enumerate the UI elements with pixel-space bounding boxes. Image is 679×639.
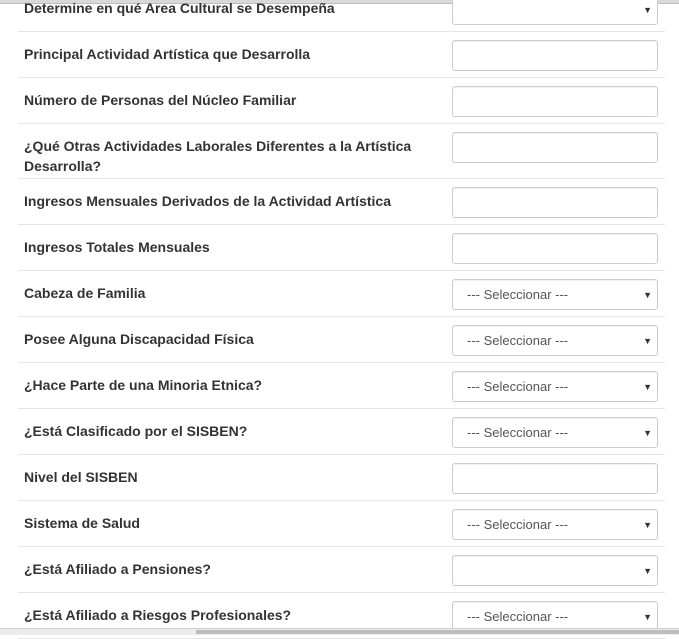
form-row-nivel-sisben: Nivel del SISBEN bbox=[18, 455, 665, 501]
discapacidad-select[interactable]: --- Seleccionar --- ▼ bbox=[452, 325, 658, 356]
sistema-salud-select[interactable]: --- Seleccionar --- ▼ bbox=[452, 509, 658, 540]
sisben-select[interactable]: --- Seleccionar --- ▼ bbox=[452, 417, 658, 448]
form-row-ingresos-totales: Ingresos Totales Mensuales bbox=[18, 225, 665, 271]
pensiones-select[interactable]: ▼ bbox=[452, 555, 658, 586]
scrollbar-thumb[interactable] bbox=[196, 630, 679, 634]
select-value: --- Seleccionar --- bbox=[467, 609, 569, 624]
otras-actividades-input[interactable] bbox=[452, 132, 658, 163]
field-label: Ingresos Mensuales Derivados de la Activ… bbox=[24, 193, 391, 209]
select-value: --- Seleccionar --- bbox=[467, 517, 569, 532]
actividad-principal-input[interactable] bbox=[452, 40, 658, 71]
ingresos-totales-input[interactable] bbox=[452, 233, 658, 264]
minoria-etnica-select[interactable]: --- Seleccionar --- ▼ bbox=[452, 371, 658, 402]
select-value: --- Seleccionar --- bbox=[467, 287, 569, 302]
field-label: Nivel del SISBEN bbox=[24, 469, 138, 485]
form-row-sisben: ¿Está Clasificado por el SISBEN? --- Sel… bbox=[18, 409, 665, 455]
form-row-cabeza-familia: Cabeza de Familia --- Seleccionar --- ▼ bbox=[18, 271, 665, 317]
form-row-sistema-salud: Sistema de Salud --- Seleccionar --- ▼ bbox=[18, 501, 665, 547]
caret-down-icon: ▼ bbox=[643, 382, 652, 392]
form-row-pensiones: ¿Está Afiliado a Pensiones? ▼ bbox=[18, 547, 665, 593]
field-label: Ingresos Totales Mensuales bbox=[24, 239, 210, 255]
field-label: Número de Personas del Núcleo Familiar bbox=[24, 92, 297, 108]
form-row-ingresos-artistica: Ingresos Mensuales Derivados de la Activ… bbox=[18, 179, 665, 225]
caret-down-icon: ▼ bbox=[643, 336, 652, 346]
field-label: ¿Está Afiliado a Riesgos Profesionales? bbox=[24, 607, 292, 623]
cabeza-familia-select[interactable]: --- Seleccionar --- ▼ bbox=[452, 279, 658, 310]
select-value: --- Seleccionar --- bbox=[467, 379, 569, 394]
form-row-minoria-etnica: ¿Hace Parte de una Minoria Etnica? --- S… bbox=[18, 363, 665, 409]
area-cultural-select[interactable]: ▼ bbox=[452, 0, 658, 25]
field-label: Sistema de Salud bbox=[24, 515, 140, 531]
field-label: Posee Alguna Discapacidad Física bbox=[24, 331, 254, 347]
field-label: Determine en qué Area Cultural se Desemp… bbox=[24, 0, 335, 16]
form-row-otras-actividades: ¿Qué Otras Actividades Laborales Diferen… bbox=[18, 124, 665, 179]
personas-nucleo-input[interactable] bbox=[452, 86, 658, 117]
caret-down-icon: ▼ bbox=[643, 5, 652, 15]
field-label: Principal Actividad Artística que Desarr… bbox=[24, 46, 311, 62]
horizontal-scrollbar[interactable] bbox=[0, 628, 679, 635]
caret-down-icon: ▼ bbox=[643, 612, 652, 622]
field-label: ¿Está Clasificado por el SISBEN? bbox=[24, 423, 248, 439]
field-label: ¿Hace Parte de una Minoria Etnica? bbox=[24, 377, 263, 393]
caret-down-icon: ▼ bbox=[643, 428, 652, 438]
caret-down-icon: ▼ bbox=[643, 566, 652, 576]
caret-down-icon: ▼ bbox=[643, 520, 652, 530]
ingresos-artistica-input[interactable] bbox=[452, 187, 658, 218]
form-row-actividad-principal: Principal Actividad Artística que Desarr… bbox=[18, 32, 665, 78]
nivel-sisben-input[interactable] bbox=[452, 463, 658, 494]
select-value: --- Seleccionar --- bbox=[467, 333, 569, 348]
caret-down-icon: ▼ bbox=[643, 290, 652, 300]
field-label: Cabeza de Familia bbox=[24, 285, 146, 301]
form-row-personas-nucleo: Número de Personas del Núcleo Familiar bbox=[18, 78, 665, 124]
artist-form: Determine en qué Area Cultural se Desemp… bbox=[0, 0, 679, 639]
form-row-discapacidad: Posee Alguna Discapacidad Física --- Sel… bbox=[18, 317, 665, 363]
select-value: --- Seleccionar --- bbox=[467, 425, 569, 440]
form-row-area-cultural: Determine en qué Area Cultural se Desemp… bbox=[18, 0, 665, 32]
field-label: ¿Está Afiliado a Pensiones? bbox=[24, 561, 211, 577]
field-label: ¿Qué Otras Actividades Laborales Diferen… bbox=[24, 138, 412, 174]
